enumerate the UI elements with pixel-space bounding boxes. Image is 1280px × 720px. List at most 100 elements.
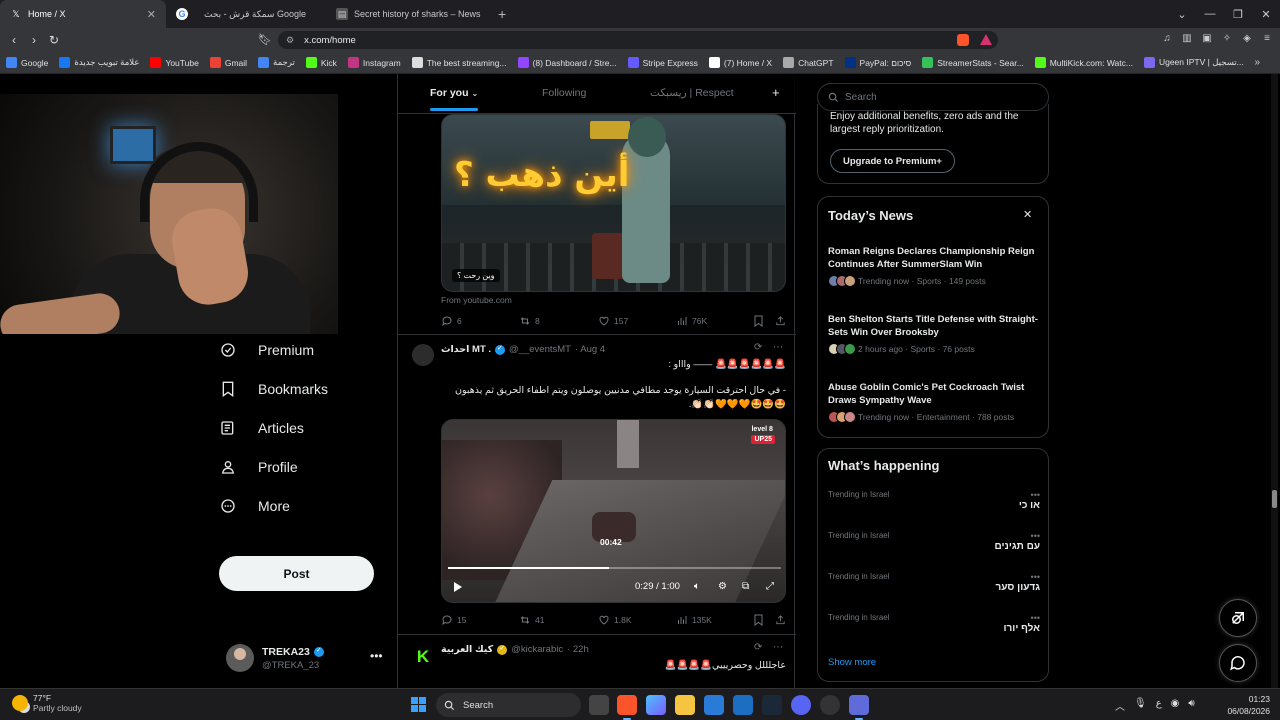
bookmark-item[interactable]: The best streaming... [411, 57, 507, 68]
bookmark-item[interactable]: Google [6, 57, 48, 68]
bookmark-item[interactable]: MultiKick.com: Watc... [1034, 57, 1133, 68]
kick-logo-icon[interactable]: K [412, 646, 434, 668]
tray-chevron-icon[interactable]: ︿ [1115, 698, 1125, 713]
trend-item[interactable]: Trending in Israel ••• או כי [828, 490, 1040, 511]
nav-bookmarks[interactable]: Bookmarks [219, 369, 328, 408]
repost-button[interactable]: 8 [519, 315, 540, 327]
account-switcher[interactable]: TREKA23 @TREKA_23 [226, 644, 324, 672]
bookmark-tweet-icon[interactable] [753, 614, 768, 626]
news-item[interactable]: Ben Shelton Starts Title Defense with St… [828, 313, 1042, 355]
trend-item[interactable]: Trending in Israel ••• אלף יורו [828, 613, 1040, 634]
messages-button[interactable] [1219, 644, 1257, 682]
new-tab-button[interactable]: + [498, 6, 506, 22]
bookmark-item[interactable]: StreamerStats - Sear... [922, 57, 1024, 68]
tweet-date[interactable]: · 22h [567, 644, 589, 655]
bookmark-item[interactable]: ChatGPT [783, 57, 834, 68]
leo-icon[interactable]: ✧ [1220, 32, 1234, 46]
brave-browser-icon[interactable] [617, 695, 637, 720]
store-icon[interactable] [704, 695, 724, 715]
bookmarks-overflow-icon[interactable]: » [1254, 57, 1260, 68]
views-button[interactable]: 76K [676, 315, 707, 327]
menu-icon[interactable]: ≡ [1260, 32, 1274, 46]
tweet-author-handle[interactable]: @__eventsMT [509, 344, 571, 355]
taskbar-search[interactable]: Search [436, 693, 581, 717]
network-icon[interactable]: ◉ [1171, 698, 1180, 713]
views-button[interactable]: 135K [676, 614, 712, 626]
trend-item[interactable]: Trending in Israel ••• גדעון סער [828, 572, 1040, 593]
tab-sharks-news[interactable]: ▤ Secret history of sharks – News [326, 0, 492, 28]
taskbar-clock[interactable]: 01:23 06/08/2026 [1224, 693, 1270, 717]
nav-premium[interactable]: Premium [219, 330, 328, 369]
tab-search-icon[interactable]: ⌄ [1168, 8, 1196, 21]
tab-respect-list[interactable]: ريسبكت | Respect [650, 87, 734, 99]
news-item[interactable]: Abuse Goblin Comic's Pet Cockroach Twist… [828, 381, 1042, 423]
trend-more-icon[interactable]: ••• [1031, 572, 1040, 582]
play-icon[interactable] [454, 582, 462, 592]
steam-icon[interactable] [762, 695, 782, 715]
reload-icon[interactable]: ↻ [44, 33, 64, 47]
app-icon[interactable] [733, 695, 753, 715]
share-icon[interactable] [775, 614, 790, 626]
like-button[interactable]: 1.8K [598, 614, 632, 626]
wallet-icon[interactable]: ▣ [1200, 32, 1214, 46]
account-more-icon[interactable]: ••• [370, 649, 383, 663]
share-icon[interactable] [775, 315, 790, 327]
tab-google-search[interactable]: G سمكة قرش - بحث Google [166, 0, 326, 28]
fullscreen-icon[interactable]: ⤢ [766, 581, 774, 592]
tweet-author-name[interactable]: احداث MT . [441, 344, 491, 355]
avatar[interactable] [412, 344, 434, 366]
show-more-link[interactable]: Show more [828, 657, 876, 668]
scrollbar-thumb[interactable] [1272, 490, 1277, 508]
file-explorer-icon[interactable] [675, 695, 695, 715]
bookmark-item[interactable]: Gmail [209, 57, 247, 68]
trend-more-icon[interactable]: ••• [1031, 490, 1040, 500]
repost-button[interactable]: 41 [519, 614, 544, 626]
video-progress-bar[interactable] [448, 567, 781, 569]
bookmark-item[interactable]: ترجمة [258, 57, 295, 68]
maximize-button[interactable]: ❐ [1224, 8, 1252, 21]
windows-start-icon[interactable] [411, 697, 426, 712]
volume-icon[interactable]: 🔈︎ [694, 581, 700, 592]
obs-icon[interactable] [820, 695, 840, 715]
search-input[interactable]: Search [817, 83, 1049, 111]
link-source[interactable]: From youtube.com [441, 295, 512, 305]
bookmark-item[interactable]: (8) Dashboard / Stre... [517, 57, 617, 68]
bookmark-item[interactable]: Ugeen IPTV | تسجيل... [1143, 57, 1244, 68]
grok-button[interactable] [1219, 599, 1257, 637]
vpn-icon[interactable]: ◈ [1240, 32, 1254, 46]
tweet-date[interactable]: · Aug 4 [575, 344, 605, 355]
upgrade-premium-button[interactable]: Upgrade to Premium+ [830, 149, 955, 173]
bookmark-page-icon[interactable]: 🔖︎ [258, 33, 272, 46]
minimize-button[interactable]: — [1196, 8, 1224, 20]
trend-more-icon[interactable]: ••• [1031, 531, 1040, 541]
volume-icon[interactable]: 🔊︎ [1188, 698, 1194, 713]
bookmark-item[interactable]: Instagram [347, 57, 401, 68]
bookmark-tweet-icon[interactable] [753, 315, 768, 327]
bookmark-item[interactable]: علامة تبويب جديدة [59, 57, 139, 68]
back-icon[interactable]: ‹ [4, 33, 24, 47]
close-window-button[interactable]: ✕ [1252, 8, 1280, 21]
news-item[interactable]: Roman Reigns Declares Championship Reign… [828, 245, 1042, 287]
discord-icon[interactable] [791, 695, 811, 715]
tweet-more-icon[interactable]: ⟳ ⋯ [754, 642, 787, 653]
bookmark-item[interactable]: YouTube [150, 57, 199, 68]
settings-icon[interactable]: ⚙ [718, 581, 727, 592]
bookmark-item[interactable]: Stripe Express [627, 57, 698, 68]
tab-following[interactable]: Following [542, 87, 586, 99]
tweet-media-image[interactable]: أين ذهب ؟ وين رحت ؟ [441, 114, 786, 292]
brave-rewards-icon[interactable] [980, 34, 992, 45]
pip-icon[interactable]: ⧉ [742, 581, 749, 592]
bookmark-item[interactable]: Kick [305, 57, 337, 68]
tweet-more-icon[interactable]: ⟳ ⋯ [754, 342, 787, 353]
close-icon[interactable]: ✕ [1023, 208, 1032, 221]
weather-widget[interactable]: 77°F Partly cloudy [12, 693, 82, 713]
tweet-video-player[interactable]: level 8 UP25 00:42 0:29 / 1:00 🔈︎ ⚙ ⧉ ⤢ [441, 419, 786, 603]
language-icon[interactable]: ع [1156, 698, 1162, 713]
trend-more-icon[interactable]: ••• [1031, 613, 1040, 623]
tweet-author-name[interactable]: كيك العربية [441, 644, 493, 655]
tweet-author-handle[interactable]: @kickarabic [511, 644, 563, 655]
brave-shields-icon[interactable] [957, 34, 969, 46]
sidebar-icon[interactable]: ▥ [1180, 32, 1194, 46]
trend-item[interactable]: Trending in Israel ••• עם תגינים [828, 531, 1040, 552]
reply-button[interactable]: 15 [441, 614, 466, 626]
